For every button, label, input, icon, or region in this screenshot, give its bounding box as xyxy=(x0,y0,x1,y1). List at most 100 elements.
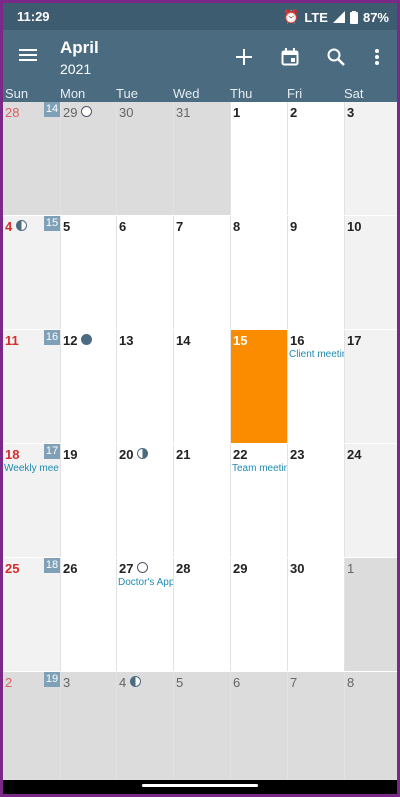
day-cell[interactable]: 9 xyxy=(287,216,344,329)
day-cell[interactable]: 2 xyxy=(3,672,60,785)
day-number: 8 xyxy=(347,675,355,690)
day-number: 1 xyxy=(233,105,241,120)
day-number: 20 xyxy=(119,447,134,462)
day-cell[interactable]: 28 xyxy=(173,558,230,671)
weekday-label: Mon xyxy=(60,86,86,101)
day-cell[interactable]: 7 xyxy=(287,672,344,785)
day-cell[interactable]: 24 xyxy=(344,444,397,557)
more-vert-icon[interactable] xyxy=(364,44,390,70)
weekday-label: Wed xyxy=(173,86,200,101)
day-number: 6 xyxy=(233,675,241,690)
week-number-badge: 17 xyxy=(44,444,60,459)
plus-icon[interactable] xyxy=(231,44,257,70)
day-cell[interactable]: 30 xyxy=(116,102,173,215)
network-label: LTE xyxy=(304,9,328,25)
moon-phase-full-icon xyxy=(81,106,92,117)
day-number: 30 xyxy=(119,105,134,120)
day-number: 21 xyxy=(176,447,191,462)
day-number: 9 xyxy=(290,219,298,234)
day-cell[interactable]: 6 xyxy=(116,216,173,329)
day-cell[interactable]: 8 xyxy=(344,672,397,785)
day-cell[interactable]: 29 xyxy=(230,558,287,671)
day-cell[interactable]: 16Client meeting xyxy=(287,330,344,443)
day-cell[interactable]: 7 xyxy=(173,216,230,329)
day-number: 1 xyxy=(347,561,355,576)
day-cell[interactable]: 5 xyxy=(60,216,116,329)
day-cell[interactable]: 13 xyxy=(116,330,173,443)
day-cell[interactable]: 3 xyxy=(344,102,397,215)
day-number: 31 xyxy=(176,105,191,120)
signal-icon xyxy=(332,11,345,23)
event-label[interactable]: Client meeting xyxy=(289,349,344,360)
week-row: 11 1213 14 15 16Client meeting17 16 xyxy=(3,330,397,443)
event-label[interactable]: Doctor's Appointment xyxy=(118,577,173,588)
app-frame: 11:29 ⏰ LTE 87% April 2021 Sun Mon Tue W… xyxy=(3,3,397,794)
day-number: 11 xyxy=(5,333,19,348)
day-cell[interactable]: 4 xyxy=(3,216,60,329)
day-number: 5 xyxy=(63,219,71,234)
day-cell[interactable]: 10 xyxy=(344,216,397,329)
weekday-label: Sun xyxy=(5,86,29,101)
day-cell[interactable]: 22Team meeting xyxy=(230,444,287,557)
day-cell[interactable]: 14 xyxy=(173,330,230,443)
day-cell[interactable]: 1 xyxy=(230,102,287,215)
day-cell[interactable]: 29 xyxy=(60,102,116,215)
week-number-badge: 16 xyxy=(44,330,60,345)
day-number: 2 xyxy=(5,675,13,690)
day-number: 2 xyxy=(290,105,298,120)
day-number: 8 xyxy=(233,219,241,234)
day-cell[interactable]: 8 xyxy=(230,216,287,329)
day-cell[interactable]: 6 xyxy=(230,672,287,785)
day-number: 13 xyxy=(119,333,134,348)
day-cell[interactable]: 27Doctor's Appointment xyxy=(116,558,173,671)
moon-phase-last-icon xyxy=(130,676,141,687)
day-cell[interactable]: 25 xyxy=(3,558,60,671)
day-cell[interactable]: 2 xyxy=(287,102,344,215)
day-number: 27 xyxy=(119,561,134,576)
day-cell[interactable]: 30 xyxy=(287,558,344,671)
day-number: 18 xyxy=(5,447,20,462)
week-row: 28 29 30 31 1 2 3 14 xyxy=(3,102,397,215)
event-label[interactable]: Team meeting xyxy=(232,463,287,474)
battery-percent: 87% xyxy=(362,9,389,25)
day-number: 6 xyxy=(119,219,127,234)
search-icon[interactable] xyxy=(323,44,349,70)
event-label[interactable]: Weekly meeting xyxy=(4,463,59,474)
battery-icon xyxy=(349,10,358,24)
moon-phase-new-icon xyxy=(81,334,92,345)
navigation-bar xyxy=(3,780,397,794)
day-cell[interactable]: 20 xyxy=(116,444,173,557)
day-cell[interactable]: 4 xyxy=(116,672,173,785)
moon-phase-full-icon xyxy=(137,562,148,573)
day-cell[interactable]: 19 xyxy=(60,444,116,557)
day-cell[interactable]: 3 xyxy=(60,672,116,785)
day-cell[interactable]: 23 xyxy=(287,444,344,557)
home-gesture-handle[interactable] xyxy=(142,784,258,787)
alarm-icon: ⏰ xyxy=(283,9,300,24)
day-number: 15 xyxy=(233,333,248,348)
week-number-badge: 14 xyxy=(44,102,60,117)
day-number: 24 xyxy=(347,447,362,462)
day-number: 26 xyxy=(63,561,78,576)
week-number-badge: 15 xyxy=(44,216,60,231)
hamburger-menu-icon[interactable] xyxy=(17,46,39,68)
week-number-badge: 19 xyxy=(44,672,60,687)
month-title[interactable]: April xyxy=(60,38,99,58)
week-row: 18Weekly meeting1920 21 22Team meeting2324… xyxy=(3,444,397,557)
day-number: 4 xyxy=(119,675,127,690)
day-cell[interactable]: 31 xyxy=(173,102,230,215)
day-cell[interactable]: 12 xyxy=(60,330,116,443)
day-cell[interactable]: 1 xyxy=(344,558,397,671)
day-cell[interactable]: 18Weekly meeting xyxy=(3,444,60,557)
day-cell[interactable]: 15 xyxy=(230,330,287,443)
day-cell[interactable]: 17 xyxy=(344,330,397,443)
day-number: 30 xyxy=(290,561,305,576)
day-cell[interactable]: 11 xyxy=(3,330,60,443)
day-cell[interactable]: 28 xyxy=(3,102,60,215)
day-cell[interactable]: 26 xyxy=(60,558,116,671)
day-cell[interactable]: 5 xyxy=(173,672,230,785)
calendar-today-icon[interactable] xyxy=(277,44,303,70)
day-number: 3 xyxy=(347,105,355,120)
day-number: 14 xyxy=(176,333,191,348)
day-cell[interactable]: 21 xyxy=(173,444,230,557)
